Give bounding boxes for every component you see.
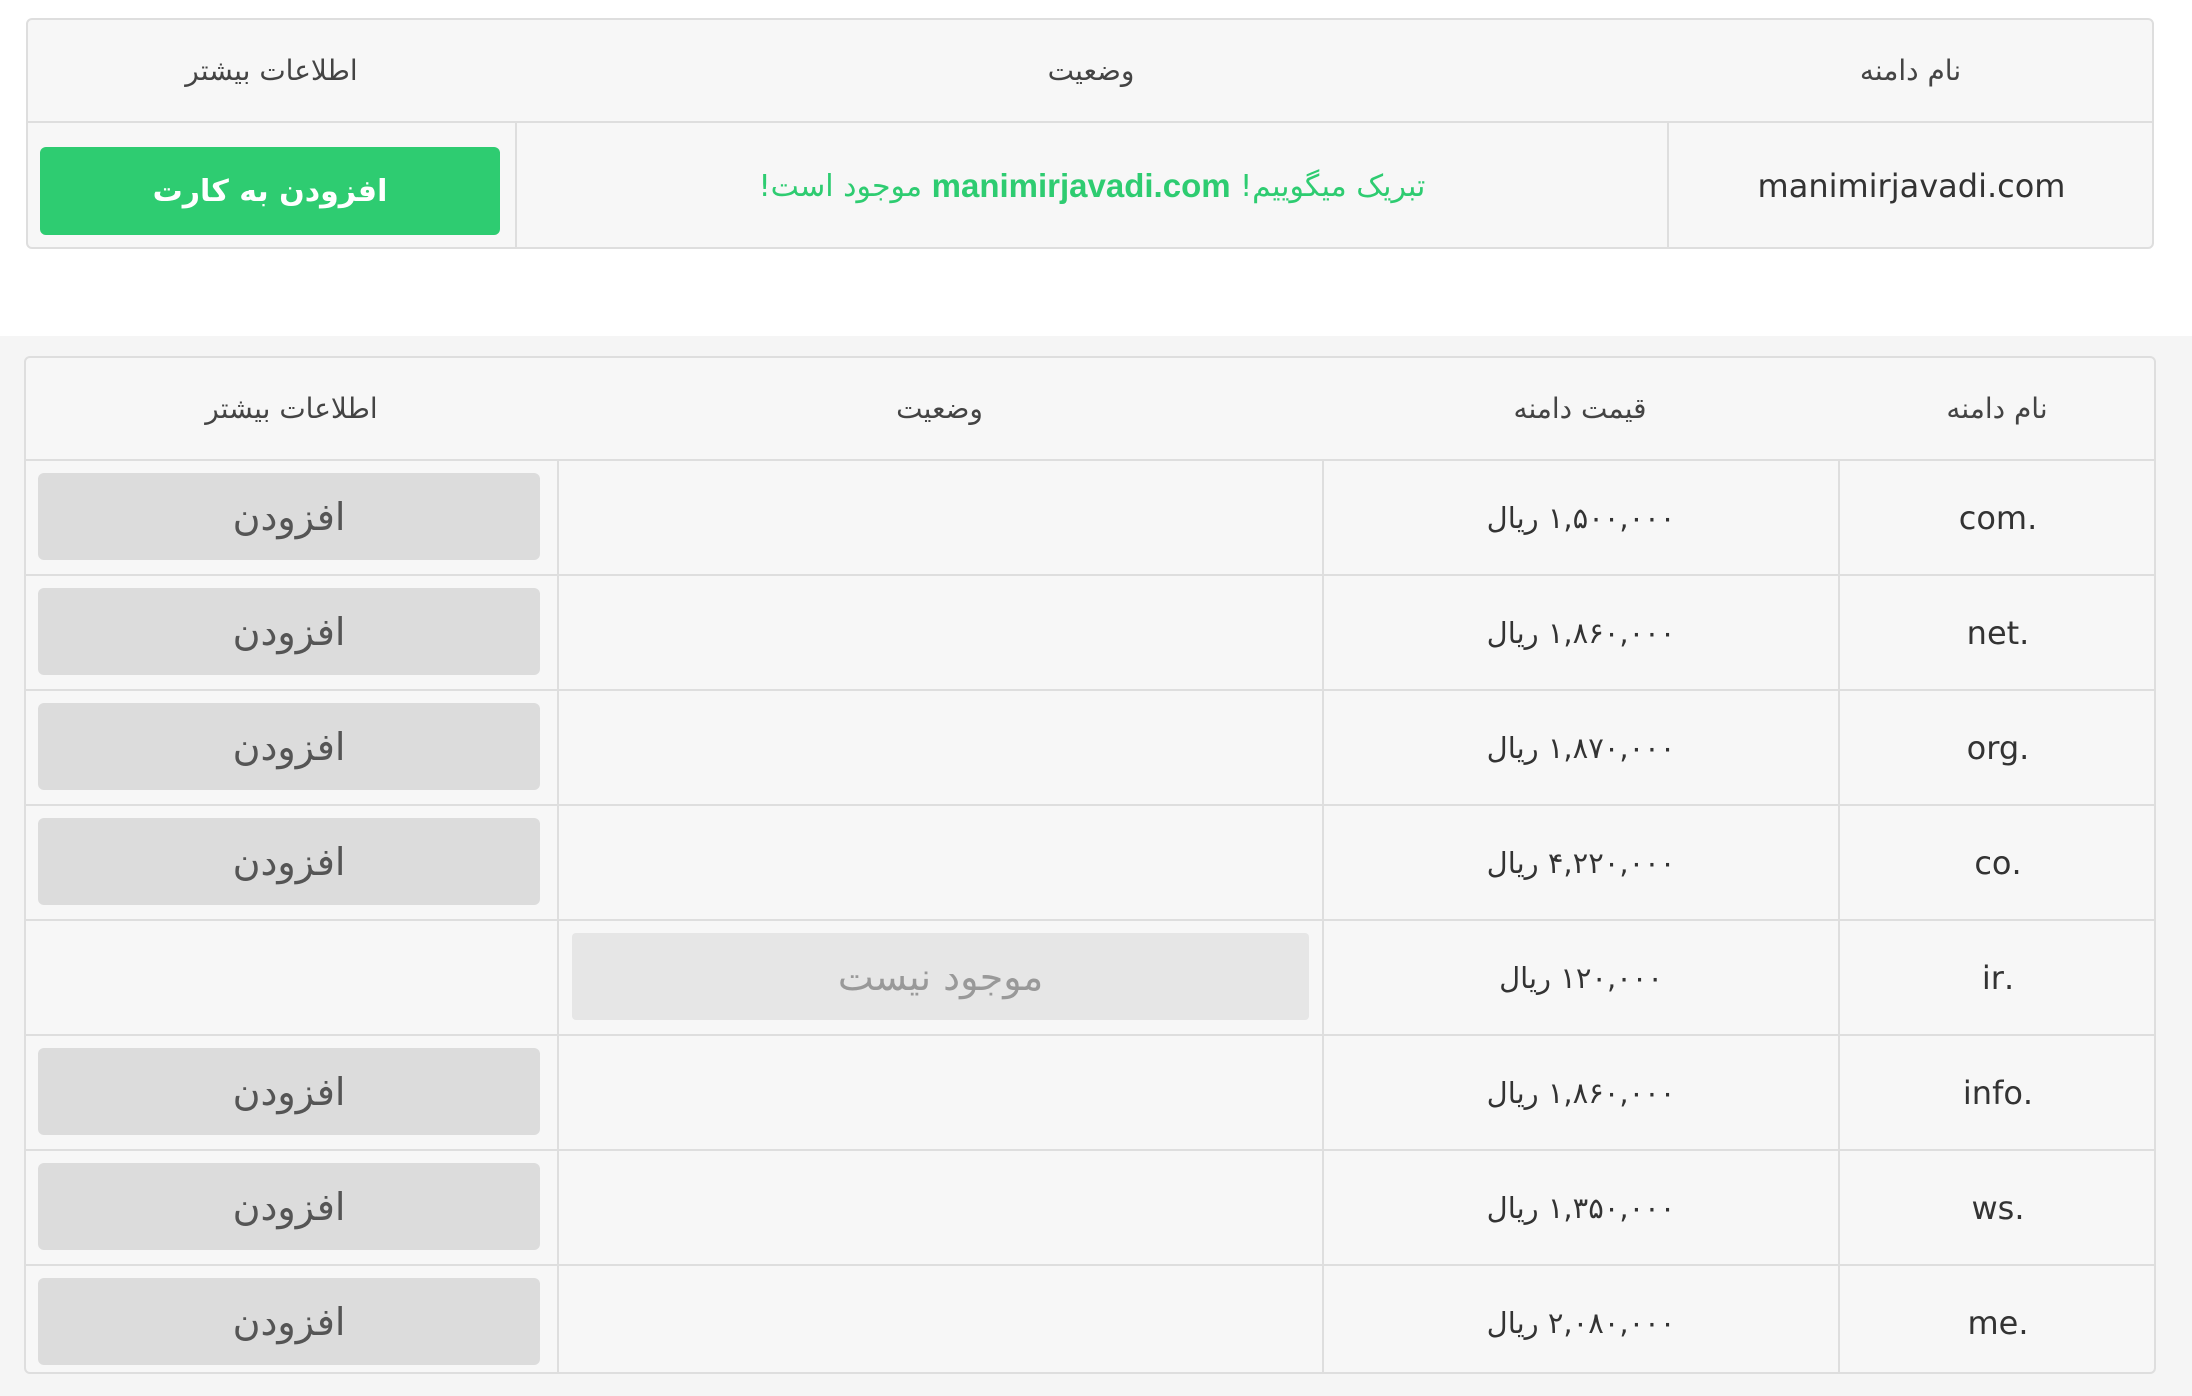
row-action-cell: افزودن bbox=[26, 576, 557, 689]
row-domain-extension: .co bbox=[1838, 806, 2154, 919]
row-price: ۴,۲۲۰,۰۰۰ ریال bbox=[1322, 806, 1838, 919]
row-price: ۱,۸۶۰,۰۰۰ ریال bbox=[1322, 1036, 1838, 1149]
add-to-cart-button[interactable]: افزودن به کارت bbox=[40, 147, 500, 235]
row-price: ۱,۸۶۰,۰۰۰ ریال bbox=[1322, 576, 1838, 689]
row-action-cell: افزودن bbox=[26, 1266, 557, 1372]
row-domain-extension: .com bbox=[1838, 461, 2154, 574]
row-domain-extension: .org bbox=[1838, 691, 2154, 804]
result-header-row: اطلاعات بیشتر وضعیت نام دامنه bbox=[28, 20, 2152, 121]
header-status: وضعیت bbox=[896, 392, 983, 425]
availability-message: تبریک میگوییم! manimirjavadi.com موجود ا… bbox=[515, 123, 1667, 247]
row-status-cell: موجود نیست bbox=[557, 921, 1322, 1034]
suggestions-header-row: اطلاعات بیشتر وضعیت قیمت دامنه نام دامنه bbox=[26, 358, 2154, 459]
row-status-cell bbox=[557, 691, 1322, 804]
row-action-cell: افزودن bbox=[26, 1151, 557, 1264]
availability-suffix: موجود است! bbox=[758, 168, 923, 204]
row-domain-extension: .net bbox=[1838, 576, 2154, 689]
row-price: ۱,۸۷۰,۰۰۰ ریال bbox=[1322, 691, 1838, 804]
header-domain-name: نام دامنه bbox=[1946, 392, 2048, 425]
header-more-info: اطلاعات بیشتر bbox=[205, 392, 378, 425]
row-price: ۱,۳۵۰,۰۰۰ ریال bbox=[1322, 1151, 1838, 1264]
table-row: افزودن ۱,۸۷۰,۰۰۰ ریال .org bbox=[26, 689, 2154, 804]
result-row: افزودن به کارت تبریک میگوییم! manimirjav… bbox=[28, 121, 2152, 247]
table-row: افزودن ۴,۲۲۰,۰۰۰ ریال .co bbox=[26, 804, 2154, 919]
row-status-cell bbox=[557, 461, 1322, 574]
row-action-cell bbox=[26, 921, 557, 1034]
row-domain-extension: .info bbox=[1838, 1036, 2154, 1149]
table-row: افزودن ۱,۸۶۰,۰۰۰ ریال .info bbox=[26, 1034, 2154, 1149]
table-row: افزودن ۱,۸۶۰,۰۰۰ ریال .net bbox=[26, 574, 2154, 689]
result-domain-name: manimirjavadi.com bbox=[1667, 123, 2152, 247]
add-domain-button[interactable]: افزودن bbox=[38, 588, 540, 675]
table-row: افزودن ۱,۳۵۰,۰۰۰ ریال .ws bbox=[26, 1149, 2154, 1264]
row-price: ۱,۵۰۰,۰۰۰ ریال bbox=[1322, 461, 1838, 574]
add-domain-button[interactable]: افزودن bbox=[38, 1163, 540, 1250]
add-domain-button[interactable]: افزودن bbox=[38, 1278, 540, 1365]
header-status: وضعیت bbox=[1047, 54, 1135, 87]
availability-prefix: تبریک میگوییم! bbox=[1240, 168, 1426, 204]
row-action-cell: افزودن bbox=[26, 1036, 557, 1149]
add-domain-button[interactable]: افزودن bbox=[38, 818, 540, 905]
header-domain-name: نام دامنه bbox=[1859, 54, 1962, 87]
row-domain-extension: .ir bbox=[1838, 921, 2154, 1034]
row-status-cell bbox=[557, 1036, 1322, 1149]
row-action-cell: افزودن bbox=[26, 461, 557, 574]
table-row: موجود نیست ۱۲۰,۰۰۰ ریال .ir bbox=[26, 919, 2154, 1034]
table-row: افزودن ۲,۰۸۰,۰۰۰ ریال .me bbox=[26, 1264, 2154, 1372]
domain-suggestions-panel: اطلاعات بیشتر وضعیت قیمت دامنه نام دامنه… bbox=[24, 356, 2156, 1374]
row-action-cell: افزودن bbox=[26, 691, 557, 804]
header-more-info: اطلاعات بیشتر bbox=[185, 54, 358, 87]
row-price: ۲,۰۸۰,۰۰۰ ریال bbox=[1322, 1266, 1838, 1372]
domain-result-panel: اطلاعات بیشتر وضعیت نام دامنه افزودن به … bbox=[26, 18, 2154, 249]
row-status-cell bbox=[557, 576, 1322, 689]
add-domain-button[interactable]: افزودن bbox=[38, 703, 540, 790]
header-price: قیمت دامنه bbox=[1513, 392, 1647, 425]
add-domain-button[interactable]: افزودن bbox=[38, 1048, 540, 1135]
row-status-cell bbox=[557, 806, 1322, 919]
availability-domain: manimirjavadi.com bbox=[931, 167, 1231, 204]
row-status-cell bbox=[557, 1151, 1322, 1264]
row-domain-extension: .me bbox=[1838, 1266, 2154, 1372]
unavailable-badge: موجود نیست bbox=[572, 933, 1309, 1020]
add-domain-button[interactable]: افزودن bbox=[38, 473, 540, 560]
row-action-cell: افزودن bbox=[26, 806, 557, 919]
row-status-cell bbox=[557, 1266, 1322, 1372]
row-domain-extension: .ws bbox=[1838, 1151, 2154, 1264]
result-action-cell: افزودن به کارت bbox=[28, 123, 515, 247]
row-price: ۱۲۰,۰۰۰ ریال bbox=[1322, 921, 1838, 1034]
table-row: افزودن ۱,۵۰۰,۰۰۰ ریال .com bbox=[26, 459, 2154, 574]
